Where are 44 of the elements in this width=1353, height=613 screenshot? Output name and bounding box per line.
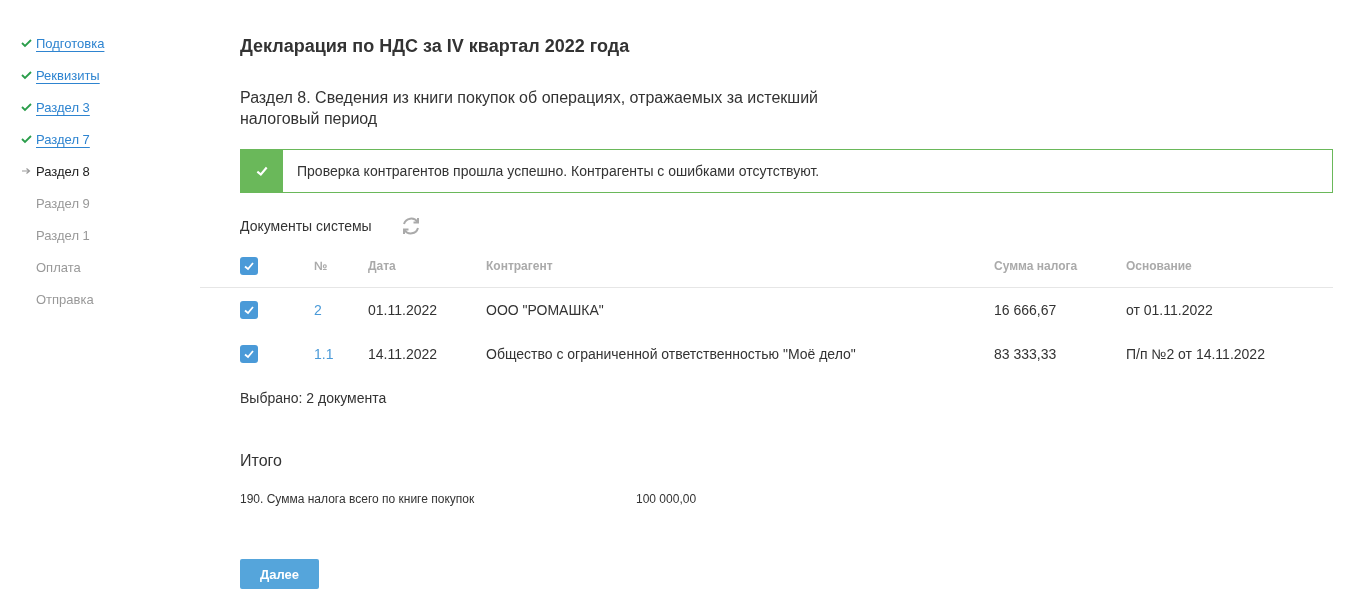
arrow-icon [21, 167, 31, 175]
check-icon [20, 70, 32, 80]
checkmark-icon [243, 348, 255, 360]
sidebar-link[interactable]: Раздел 9 [36, 195, 90, 211]
check-icon [20, 38, 32, 48]
column-header: Сумма налога [994, 259, 1079, 273]
sidebar-link[interactable]: Оплата [36, 259, 81, 275]
document-number-link[interactable]: 2 [314, 302, 368, 318]
column-header: № [314, 259, 329, 273]
checkmark-icon [243, 260, 255, 272]
documents-title: Документы системы [240, 218, 372, 234]
table-cell-text: ООО "РОМАШКА" [486, 302, 605, 318]
sidebar-link[interactable]: Раздел 8 [36, 163, 90, 179]
table-cell-text: Общество с ограниченной ответственностью "Моё дело" [486, 346, 857, 362]
check-icon [20, 102, 32, 112]
select-all-checkbox[interactable] [240, 257, 258, 275]
document-number-link[interactable]: 1.1 [314, 346, 368, 362]
total-label: 190. Сумма налога всего по книге покупок [240, 492, 476, 506]
row-checkbox[interactable] [240, 345, 258, 363]
alert-text: Проверка контрагентов прошла успешно. Контрагенты с ошибками отсутствуют. [296, 163, 820, 179]
page-title: Декларация по НДС за IV квартал 2022 года [240, 36, 631, 57]
table-cell-text: от 01.11.2022 [1126, 302, 1214, 318]
table-cell-text: 01.11.2022 [368, 302, 439, 318]
column-header: Дата [368, 259, 397, 273]
totals-title: Итого [240, 452, 283, 470]
table-cell-text: 83 333,33 [994, 346, 1058, 362]
total-value: 100 000,00 [636, 492, 697, 506]
row-checkbox[interactable] [240, 301, 258, 319]
column-header: Контрагент [486, 259, 554, 273]
sidebar-link[interactable]: Раздел 1 [36, 227, 90, 243]
sidebar-link[interactable]: Отправка [36, 291, 94, 307]
sidebar-link[interactable]: Раздел 7 [36, 131, 90, 147]
selected-count: Выбрано: 2 документа [240, 390, 388, 406]
next-button[interactable]: Далее [240, 559, 319, 589]
table-cell-text: 14.11.2022 [368, 346, 439, 362]
sidebar-link[interactable]: Раздел 3 [36, 99, 90, 115]
table-cell-text: П/п №2 от 14.11.2022 [1126, 346, 1266, 362]
section-title: Раздел 8. Сведения из книги покупок об операциях, отражаемых за истекший налоговый период [240, 88, 820, 129]
check-icon [20, 134, 32, 144]
table-cell-text: 16 666,67 [994, 302, 1058, 318]
checkmark-icon [243, 304, 255, 316]
sidebar-link[interactable]: Подготовка [36, 35, 105, 51]
column-header: Основание [1126, 259, 1193, 273]
sidebar-link[interactable]: Реквизиты [36, 67, 100, 83]
